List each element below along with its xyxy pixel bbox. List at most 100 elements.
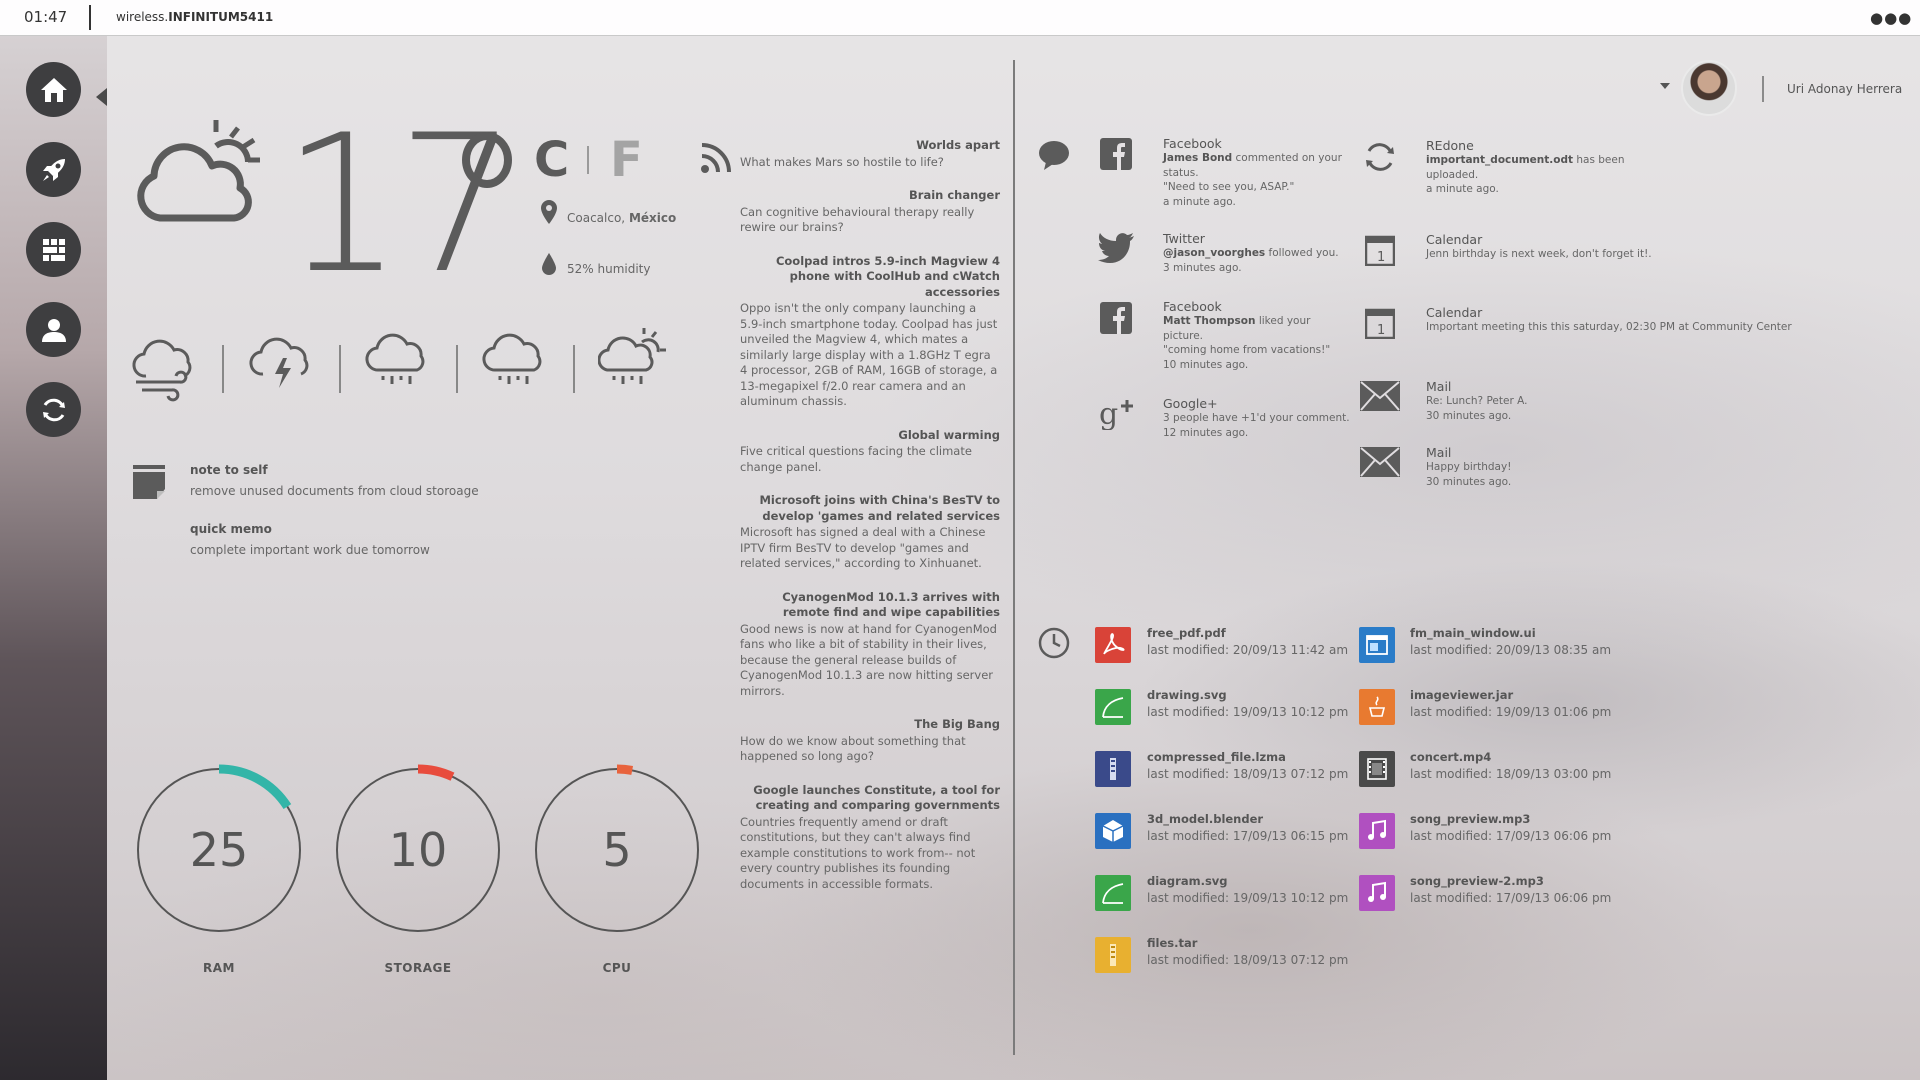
sidebar-item-profile[interactable] [26, 302, 81, 357]
cpu-gauge-value: 5 [602, 823, 632, 877]
java-file-icon[interactable] [1359, 689, 1395, 725]
unit-divider [587, 146, 589, 174]
file-name[interactable]: diagram.svg [1147, 874, 1228, 888]
clock-icon [1038, 627, 1070, 659]
ram-gauge-value: 25 [189, 823, 249, 877]
notification-time: a minute ago. [1163, 195, 1236, 208]
news-title[interactable]: Coolpad intros 5.9-inch Magview 4 phone … [740, 254, 1000, 301]
notification-item[interactable]: Facebook Matt Thompson liked your pictur… [1163, 299, 1353, 372]
blender-file-icon[interactable] [1095, 813, 1131, 849]
file-name[interactable]: compressed_file.lzma [1147, 750, 1286, 764]
news-title[interactable]: Microsoft joins with China's BesTV to de… [740, 493, 1000, 524]
thunder-cloud-icon [249, 337, 309, 388]
avatar[interactable] [1681, 60, 1737, 116]
news-item[interactable]: Global warming Five critical questions fa… [740, 428, 1000, 476]
notification-extra: "Need to see you, ASAP." [1163, 181, 1295, 193]
location-pin-icon [541, 200, 557, 224]
google-plus-icon: g [1099, 397, 1133, 430]
facebook-icon [1100, 302, 1132, 334]
notification-item[interactable]: Mail Re: Lunch? Peter A. 30 minutes ago. [1426, 379, 1626, 423]
ui-file-icon[interactable] [1359, 627, 1395, 663]
location-city: Coacalco, [567, 211, 629, 225]
windy-cloud-icon [132, 339, 192, 402]
sidebar-active-indicator [96, 88, 107, 106]
music-file-icon[interactable] [1359, 875, 1395, 911]
more-dots-icon[interactable]: ●●● [1870, 9, 1912, 27]
news-description: Countries frequently amend or draft cons… [740, 814, 976, 891]
rocket-icon [42, 158, 65, 181]
rss-feed-icon[interactable] [700, 140, 734, 174]
notification-item[interactable]: REdone important_document.odt has been u… [1426, 138, 1626, 197]
archive-file-icon[interactable] [1095, 751, 1131, 787]
notification-app: Facebook [1163, 136, 1222, 151]
chevron-down-icon[interactable] [1660, 83, 1670, 89]
tar-file-icon[interactable] [1095, 937, 1131, 973]
sidebar-item-sync[interactable] [26, 382, 81, 437]
news-item[interactable]: Google launches Constitute, a tool for c… [740, 783, 1000, 893]
location-country: México [628, 211, 677, 225]
note-icon[interactable] [133, 465, 165, 499]
sidebar [0, 36, 107, 1080]
svg-file-icon[interactable] [1095, 689, 1131, 725]
file-name[interactable]: files.tar [1147, 936, 1197, 950]
news-item[interactable]: Worlds apart What makes Mars so hostile t… [740, 138, 1000, 170]
file-name[interactable]: drawing.svg [1147, 688, 1227, 702]
storage-gauge-label: STORAGE [384, 961, 452, 975]
news-title[interactable]: The Big Bang [740, 717, 1000, 733]
notification-item[interactable]: Twitter @jason_voorghes followed you. 3 … [1163, 231, 1353, 275]
network-status[interactable]: wireless.INFINITUM5411 [116, 10, 273, 24]
notification-actor: @jason_voorghes [1163, 247, 1266, 259]
news-item[interactable]: The Big Bang How do we know about somethi… [740, 717, 1000, 765]
sun-rain-cloud-icon [598, 328, 666, 384]
news-item[interactable]: Microsoft joins with China's BesTV to de… [740, 493, 1000, 572]
apps-grid-icon [42, 238, 65, 261]
note-title[interactable]: note to self [190, 463, 268, 477]
mail-icon [1360, 447, 1400, 477]
news-item[interactable]: CyanogenMod 10.1.3 arrives with remote f… [740, 590, 1000, 700]
notification-item[interactable]: Calendar Important meeting this this sat… [1426, 305, 1826, 335]
unit-fahrenheit-toggle[interactable]: F [610, 132, 643, 188]
notification-item[interactable]: Mail Happy birthday! 30 minutes ago. [1426, 445, 1626, 489]
file-name[interactable]: fm_main_window.ui [1410, 626, 1536, 640]
music-file-icon[interactable] [1359, 813, 1395, 849]
news-description: Five critical questions facing the clima… [740, 444, 972, 474]
note-title[interactable]: quick memo [190, 522, 272, 536]
news-title[interactable]: Brain changer [740, 188, 1000, 204]
news-item[interactable]: Coolpad intros 5.9-inch Magview 4 phone … [740, 254, 1000, 410]
news-title[interactable]: Global warming [740, 428, 1000, 444]
sidebar-item-home[interactable] [26, 62, 81, 117]
news-item[interactable]: Brain changer Can cognitive behavioural t… [740, 188, 1000, 236]
file-name[interactable]: song_preview.mp3 [1410, 812, 1530, 826]
user-name[interactable]: Uri Adonay Herrera [1787, 82, 1902, 96]
svg-file-icon[interactable] [1095, 875, 1131, 911]
pdf-file-icon[interactable] [1095, 627, 1131, 663]
file-name[interactable]: song_preview-2.mp3 [1410, 874, 1544, 888]
sidebar-item-launch[interactable] [26, 142, 81, 197]
notification-item[interactable]: Calendar Jenn birthday is next week, don… [1426, 232, 1826, 262]
file-name[interactable]: imageviewer.jar [1410, 688, 1513, 702]
file-name[interactable]: free_pdf.pdf [1147, 626, 1226, 640]
notification-app: Mail [1426, 445, 1452, 460]
news-title[interactable]: Worlds apart [740, 138, 1000, 154]
mail-icon [1360, 381, 1400, 411]
notification-app: Facebook [1163, 299, 1222, 314]
unit-celsius-toggle[interactable]: C [534, 132, 569, 188]
notification-item[interactable]: Google+ 3 people have +1'd your comment.… [1163, 396, 1353, 440]
notification-app: Calendar [1426, 232, 1483, 247]
file-modified: last modified: 17/09/13 06:15 pm [1147, 829, 1349, 843]
file-name[interactable]: concert.mp4 [1410, 750, 1491, 764]
sidebar-item-apps[interactable] [26, 222, 81, 277]
news-title[interactable]: Google launches Constitute, a tool for c… [740, 783, 1000, 814]
calendar-icon: 1 [1365, 308, 1395, 339]
panel-divider [1013, 60, 1015, 1055]
file-name[interactable]: 3d_model.blender [1147, 812, 1263, 826]
news-feed: Worlds apart What makes Mars so hostile t… [740, 138, 1000, 910]
video-file-icon[interactable] [1359, 751, 1395, 787]
news-title[interactable]: CyanogenMod 10.1.3 arrives with remote f… [740, 590, 1000, 621]
storage-gauge-value: 10 [388, 823, 448, 877]
gauge-fill-arc [417, 764, 455, 781]
notification-item[interactable]: Facebook James Bond commented on your st… [1163, 136, 1353, 209]
notification-text: Re: Lunch? Peter A. [1426, 395, 1528, 407]
humidity-text: 52% humidity [567, 262, 651, 276]
notification-actor: Matt Thompson [1163, 315, 1256, 327]
